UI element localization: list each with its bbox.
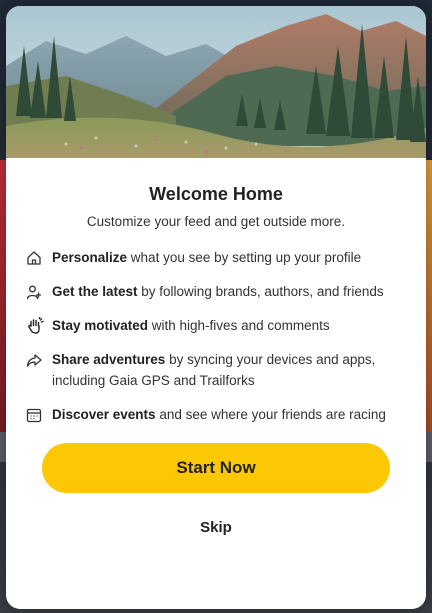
add-user-icon [26, 281, 52, 302]
feature-text: Get the latest by following brands, auth… [52, 281, 406, 302]
calendar-icon [26, 404, 52, 425]
start-now-button[interactable]: Start Now [42, 443, 390, 493]
feature-rest: by following brands, authors, and friend… [137, 284, 384, 299]
feature-text: Share adventures by syncing your devices… [52, 349, 406, 391]
feature-bold: Stay motivated [52, 318, 149, 333]
modal-content: Welcome Home Customize your feed and get… [6, 184, 426, 536]
share-arrow-icon [26, 349, 52, 370]
skip-button[interactable]: Skip [200, 519, 232, 536]
feature-stay-motivated: Stay motivated with high-fives and comme… [26, 315, 406, 336]
hero-image [6, 6, 426, 158]
welcome-modal: Welcome Home Customize your feed and get… [6, 6, 426, 609]
feature-share-adventures: Share adventures by syncing your devices… [26, 349, 406, 391]
feature-personalize: Personalize what you see by setting up y… [26, 247, 406, 268]
feature-rest: with high-fives and comments [148, 318, 330, 333]
feature-text: Discover events and see where your frien… [52, 404, 406, 425]
feature-text: Stay motivated with high-fives and comme… [52, 315, 406, 336]
feature-rest: and see where your friends are racing [155, 407, 386, 422]
feature-bold: Personalize [52, 250, 128, 265]
feature-bold: Share adventures [52, 352, 166, 367]
mountain-landscape-image [6, 6, 426, 158]
modal-title: Welcome Home [149, 184, 283, 204]
feature-discover-events: Discover events and see where your frien… [26, 404, 406, 425]
feature-rest: what you see by setting up your profile [127, 250, 362, 265]
feature-get-latest: Get the latest by following brands, auth… [26, 281, 406, 302]
high-five-hand-icon [26, 315, 52, 336]
feature-bold: Discover events [52, 407, 156, 422]
feature-bold: Get the latest [52, 284, 138, 299]
feature-text: Personalize what you see by setting up y… [52, 247, 406, 268]
home-icon [26, 247, 52, 268]
modal-subtitle: Customize your feed and get outside more… [86, 214, 346, 229]
feature-list: Personalize what you see by setting up y… [26, 247, 406, 425]
backdrop-right-edge [426, 160, 432, 440]
